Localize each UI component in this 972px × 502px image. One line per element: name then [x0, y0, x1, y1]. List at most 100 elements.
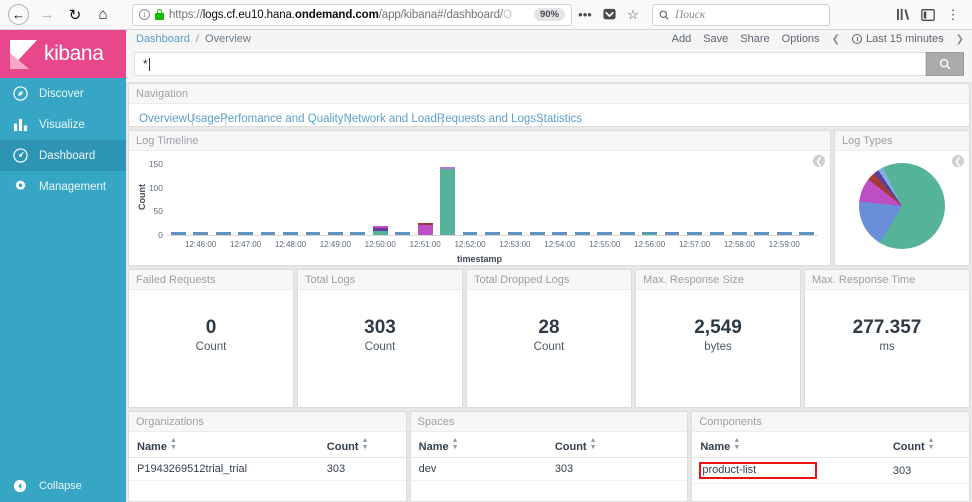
sidebar-collapse-button[interactable]: Collapse	[0, 478, 126, 494]
timeline-baseline-bar[interactable]	[552, 232, 568, 235]
column-header-name[interactable]: Name▲ ▼	[692, 432, 885, 458]
back-button[interactable]: ←	[8, 4, 29, 25]
page-actions-icon[interactable]: •••	[574, 4, 596, 26]
sort-icon[interactable]: ▲ ▼	[452, 437, 459, 451]
zoom-level-badge[interactable]: 90%	[533, 8, 565, 21]
timeline-baseline-bar[interactable]	[350, 232, 366, 235]
sidebar-item-discover[interactable]: Discover	[0, 78, 126, 109]
column-header-count[interactable]: Count▲ ▼	[318, 432, 406, 458]
timeline-baseline-bar[interactable]	[619, 232, 635, 235]
nav-link-network-and-load[interactable]: Network and Load	[344, 113, 437, 125]
timeline-bar-segment[interactable]	[372, 228, 388, 231]
time-next-icon[interactable]: ❯	[956, 34, 964, 45]
forward-button[interactable]: →	[34, 3, 60, 27]
timeline-baseline-bar[interactable]	[238, 232, 253, 235]
pie-slices[interactable]	[850, 154, 954, 257]
kibana-logo[interactable]: kibana	[0, 30, 126, 78]
timeline-baseline-bar[interactable]	[799, 232, 815, 235]
chevron-left-circle-icon	[12, 478, 28, 494]
y-axis-tick: 100	[148, 182, 163, 193]
home-button[interactable]: ⌂	[90, 3, 116, 27]
app-menu-icon[interactable]: ⋮	[942, 4, 964, 26]
panel-log-types: Log Types ❮	[834, 130, 970, 266]
timeline-bar-segment[interactable]	[372, 226, 388, 229]
table-cell[interactable]: 303	[546, 457, 688, 481]
column-header-count[interactable]: Count▲ ▼	[884, 432, 970, 458]
sort-icon[interactable]: ▲ ▼	[170, 437, 177, 451]
time-range-picker[interactable]: Last 15 minutes	[851, 33, 944, 45]
breadcrumb-dashboard-link[interactable]: Dashboard	[136, 33, 190, 45]
timeline-bar-segment[interactable]	[417, 224, 433, 235]
query-submit-button[interactable]	[926, 52, 964, 76]
pocket-icon[interactable]	[598, 4, 620, 26]
panel-title: Max. Response Time	[805, 270, 969, 290]
timeline-baseline-bar[interactable]	[193, 232, 209, 235]
timeline-baseline-bar[interactable]	[754, 232, 770, 235]
page-info-icon[interactable]: i	[139, 9, 150, 20]
sidebar-toggle-icon[interactable]	[917, 4, 939, 26]
panel-title: Organizations	[129, 412, 406, 432]
timeline-baseline-bar[interactable]	[597, 232, 613, 235]
nav-link-overview[interactable]: Overview	[139, 113, 187, 125]
table-cell[interactable]: P1943269512trial_trial	[129, 457, 319, 481]
reload-button[interactable]: ↻	[62, 3, 88, 27]
metric-value: 0	[205, 316, 217, 338]
timeline-baseline-bar[interactable]	[305, 232, 321, 235]
timeline-baseline-bar[interactable]	[462, 232, 478, 235]
timeline-bar-segment[interactable]	[372, 230, 388, 235]
timeline-baseline-bar[interactable]	[664, 232, 680, 235]
timeline-baseline-bar[interactable]	[260, 232, 276, 235]
timeline-baseline-bar[interactable]	[327, 232, 343, 235]
table-row[interactable]: P1943269512trial_trial 303	[129, 457, 406, 481]
column-header-count[interactable]: Count▲ ▼	[546, 432, 688, 458]
table-cell[interactable]: product-list	[692, 457, 885, 484]
browser-search-input[interactable]: Поиск	[652, 3, 830, 26]
timeline-baseline-bar[interactable]	[507, 232, 523, 235]
table-row[interactable]: dev 303	[410, 457, 688, 481]
panel-title: Total Dropped Logs	[467, 270, 631, 290]
timeline-baseline-bar[interactable]	[283, 232, 298, 235]
timeline-bar-segment[interactable]	[642, 231, 658, 235]
timeline-bar-segment[interactable]	[417, 222, 433, 225]
timeline-baseline-bar[interactable]	[215, 232, 231, 235]
timeline-baseline-bar[interactable]	[776, 232, 792, 235]
timeline-baseline-bar[interactable]	[529, 232, 545, 235]
sort-icon[interactable]: ▲ ▼	[733, 437, 740, 451]
panel-collapse-icon[interactable]: ❮	[952, 155, 964, 167]
bookmark-star-icon[interactable]: ☆	[622, 4, 644, 26]
library-icon[interactable]	[892, 4, 914, 26]
timeline-baseline-bar[interactable]	[574, 232, 590, 235]
timeline-baseline-bar[interactable]	[170, 232, 186, 235]
table-cell[interactable]: dev	[410, 457, 547, 481]
timeline-baseline-bar[interactable]	[485, 232, 500, 235]
table-cell[interactable]: 303	[884, 457, 970, 484]
timeline-bar-segment[interactable]	[440, 169, 455, 235]
url-bar[interactable]: i https://logs.cf.eu10.hana.ondemand.com…	[132, 3, 572, 26]
sidebar-item-visualize[interactable]: Visualize	[0, 109, 126, 140]
timeline-bar-segment[interactable]	[440, 167, 455, 170]
sort-icon[interactable]: ▲ ▼	[928, 437, 935, 451]
sidebar-item-dashboard[interactable]: Dashboard	[0, 140, 126, 171]
nav-link-performance-and-quality[interactable]: Perfomance and Quality	[220, 113, 343, 125]
column-header-name[interactable]: Name▲ ▼	[410, 432, 547, 458]
column-header-name[interactable]: Name▲ ▼	[129, 432, 319, 458]
timeline-baseline-bar[interactable]	[732, 232, 747, 235]
timeline-baseline-bar[interactable]	[709, 232, 725, 235]
nav-link-requests-and-logs[interactable]: Requests and Logs	[437, 113, 536, 125]
timeline-baseline-bar[interactable]	[395, 232, 411, 235]
log-types-chart[interactable]: ❮	[835, 151, 969, 265]
table-row[interactable]: product-list 303	[692, 457, 970, 484]
sort-icon[interactable]: ▲ ▼	[590, 437, 597, 451]
share-button[interactable]: Share	[740, 33, 769, 45]
add-button[interactable]: Add	[672, 33, 692, 45]
save-button[interactable]: Save	[703, 33, 728, 45]
table-cell[interactable]: 303	[318, 457, 406, 481]
sort-icon[interactable]: ▲ ▼	[362, 437, 369, 451]
timeline-baseline-bar[interactable]	[687, 232, 702, 235]
options-button[interactable]: Options	[782, 33, 820, 45]
highlighted-value[interactable]: product-list	[699, 462, 818, 479]
log-timeline-chart[interactable]: ❮ Count 0 50 100 150 12:46:00 12:47:00 12:48:00…	[129, 151, 830, 265]
time-prev-icon[interactable]: ❮	[832, 34, 840, 45]
query-input[interactable]: *	[134, 52, 926, 76]
sidebar-item-management[interactable]: Management	[0, 171, 126, 202]
